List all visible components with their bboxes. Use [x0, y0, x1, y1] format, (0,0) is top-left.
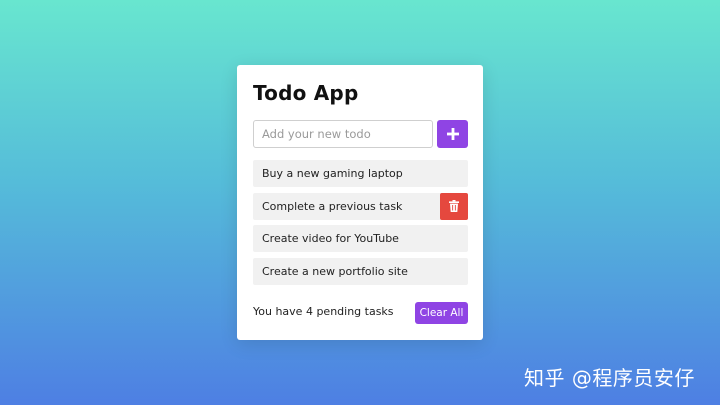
app-title: Todo App: [253, 81, 359, 105]
plus-icon: [446, 128, 459, 140]
trash-icon: [449, 200, 459, 212]
todo-list: Buy a new gaming laptop Complete a previ…: [253, 160, 468, 290]
todo-item-label: Create video for YouTube: [262, 232, 399, 245]
delete-todo-button[interactable]: [440, 192, 468, 220]
watermark: 知乎 @程序员安仔: [524, 366, 695, 390]
todo-card: Todo App Buy a new gaming laptop Complet…: [237, 65, 483, 340]
pending-count: You have 4 pending tasks: [253, 305, 394, 318]
todo-item[interactable]: Create video for YouTube: [253, 225, 468, 252]
input-row: [253, 120, 468, 148]
add-todo-button[interactable]: [437, 120, 468, 148]
todo-item[interactable]: Create a new portfolio site: [253, 257, 468, 285]
todo-item-label: Complete a previous task: [262, 199, 403, 213]
todo-item[interactable]: Buy a new gaming laptop: [253, 160, 468, 187]
todo-item[interactable]: Complete a previous task: [253, 192, 468, 220]
clear-all-button[interactable]: Clear All: [415, 302, 468, 324]
todo-input[interactable]: [253, 120, 433, 148]
todo-item-label: Buy a new gaming laptop: [262, 167, 403, 180]
todo-item-label: Create a new portfolio site: [262, 264, 408, 278]
